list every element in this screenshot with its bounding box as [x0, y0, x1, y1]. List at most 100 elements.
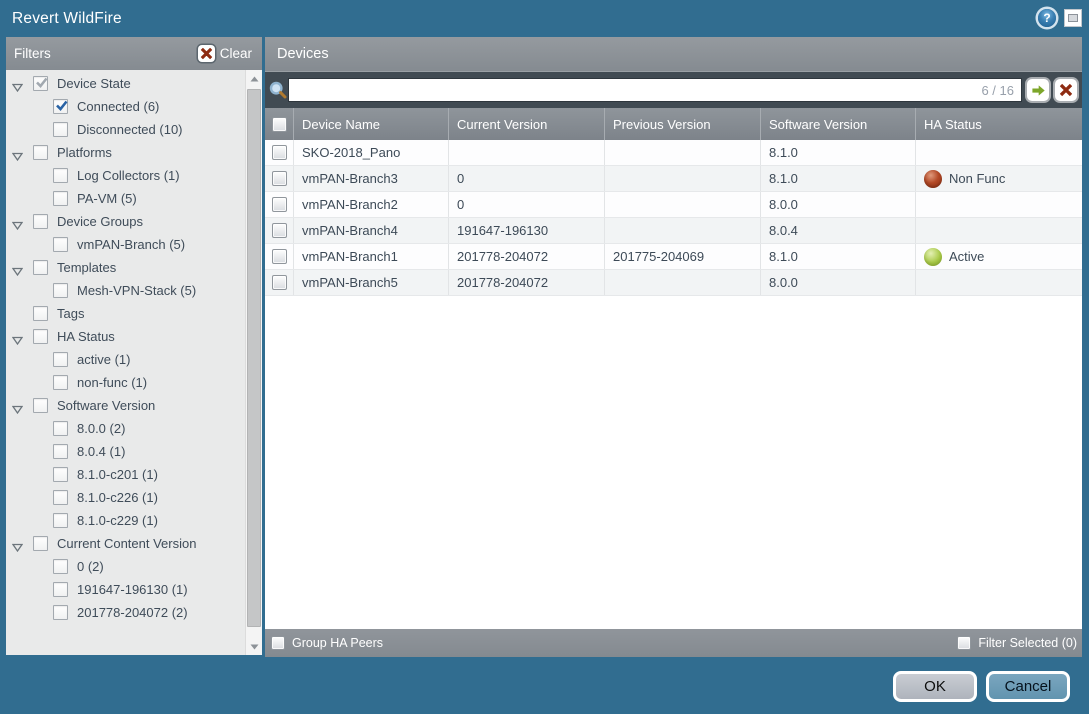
filter-checkbox[interactable]: [33, 306, 48, 321]
table-row[interactable]: vmPAN-Branch3 0 8.1.0 Non Func: [265, 166, 1082, 192]
table-row[interactable]: vmPAN-Branch2 0 8.0.0: [265, 192, 1082, 218]
expand-triangle-icon[interactable]: [12, 332, 23, 341]
filter-tree-item[interactable]: non-func (1): [6, 371, 262, 394]
filter-label[interactable]: Device Groups: [57, 214, 143, 229]
clear-search-x-icon[interactable]: [1055, 79, 1077, 101]
column-device-name[interactable]: Device Name: [293, 108, 448, 140]
filter-checkbox[interactable]: [33, 214, 48, 229]
scroll-down-icon[interactable]: [246, 638, 262, 655]
column-software-version[interactable]: Software Version: [760, 108, 915, 140]
row-checkbox[interactable]: [272, 223, 287, 238]
filter-checkbox[interactable]: [53, 191, 68, 206]
filter-label[interactable]: 8.1.0-c201 (1): [77, 467, 158, 482]
filter-checkbox[interactable]: [53, 467, 68, 482]
filter-tree-item[interactable]: Templates: [6, 256, 262, 279]
filter-label[interactable]: Connected (6): [77, 99, 159, 114]
table-row[interactable]: vmPAN-Branch1 201778-204072 201775-20406…: [265, 244, 1082, 270]
filter-tree-item[interactable]: 8.0.4 (1): [6, 440, 262, 463]
filter-label[interactable]: 8.1.0-c226 (1): [77, 490, 158, 505]
filter-tree-item[interactable]: Platforms: [6, 141, 262, 164]
expand-triangle-icon[interactable]: [12, 79, 23, 88]
filter-label[interactable]: Current Content Version: [57, 536, 196, 551]
expand-triangle-icon[interactable]: [12, 217, 23, 226]
filter-checkbox[interactable]: [53, 559, 68, 574]
filter-checkbox[interactable]: [53, 168, 68, 183]
filter-selected-checkbox[interactable]: [957, 636, 971, 650]
filter-label[interactable]: HA Status: [57, 329, 115, 344]
expand-triangle-icon[interactable]: [12, 263, 23, 272]
filter-checkbox[interactable]: [53, 605, 68, 620]
table-row[interactable]: SKO-2018_Pano 8.1.0: [265, 140, 1082, 166]
filter-tree-item[interactable]: 191647-196130 (1): [6, 578, 262, 601]
column-ha-status[interactable]: HA Status: [915, 108, 1082, 140]
filter-label[interactable]: Disconnected (10): [77, 122, 183, 137]
filter-label[interactable]: 201778-204072 (2): [77, 605, 188, 620]
cancel-button[interactable]: Cancel: [986, 671, 1070, 702]
table-row[interactable]: vmPAN-Branch4 191647-196130 8.0.4: [265, 218, 1082, 244]
filter-label[interactable]: Templates: [57, 260, 116, 275]
filter-label[interactable]: 8.1.0-c229 (1): [77, 513, 158, 528]
filter-checkbox[interactable]: [53, 375, 68, 390]
filter-checkbox[interactable]: [53, 99, 68, 114]
help-icon[interactable]: ?: [1038, 9, 1056, 27]
filter-tree-item[interactable]: Software Version: [6, 394, 262, 417]
filter-checkbox[interactable]: [33, 398, 48, 413]
filter-tree-item[interactable]: HA Status: [6, 325, 262, 348]
filter-label[interactable]: Tags: [57, 306, 84, 321]
expand-triangle-icon[interactable]: [12, 539, 23, 548]
filter-checkbox[interactable]: [33, 145, 48, 160]
filter-label[interactable]: active (1): [77, 352, 130, 367]
filter-checkbox[interactable]: [53, 513, 68, 528]
filter-label[interactable]: vmPAN-Branch (5): [77, 237, 185, 252]
clear-x-icon[interactable]: [198, 45, 215, 62]
ok-button[interactable]: OK: [893, 671, 977, 702]
filter-label[interactable]: Device State: [57, 76, 131, 91]
row-checkbox[interactable]: [272, 249, 287, 264]
filter-tree-item[interactable]: Tags: [6, 302, 262, 325]
filter-tree-item[interactable]: Current Content Version: [6, 532, 262, 555]
clear-filters-button[interactable]: Clear: [198, 45, 252, 62]
group-ha-peers-checkbox[interactable]: [271, 636, 285, 650]
filter-tree-item[interactable]: active (1): [6, 348, 262, 371]
filter-checkbox[interactable]: [33, 536, 48, 551]
column-current-version[interactable]: Current Version: [448, 108, 604, 140]
filter-label[interactable]: Platforms: [57, 145, 112, 160]
filter-checkbox[interactable]: [33, 329, 48, 344]
expand-triangle-icon[interactable]: [12, 309, 23, 318]
filter-tree-item[interactable]: Disconnected (10): [6, 118, 262, 141]
filter-label[interactable]: 8.0.4 (1): [77, 444, 125, 459]
filter-checkbox[interactable]: [53, 582, 68, 597]
filter-tree-item[interactable]: Log Collectors (1): [6, 164, 262, 187]
filter-label[interactable]: 8.0.0 (2): [77, 421, 125, 436]
scrollbar-thumb[interactable]: [247, 89, 261, 627]
filter-tree-item[interactable]: 8.1.0-c226 (1): [6, 486, 262, 509]
table-row[interactable]: vmPAN-Branch5 201778-204072 8.0.0: [265, 270, 1082, 296]
filter-tree-item[interactable]: 8.1.0-c201 (1): [6, 463, 262, 486]
filter-checkbox[interactable]: [53, 237, 68, 252]
filter-tree-item[interactable]: 8.0.0 (2): [6, 417, 262, 440]
apply-filter-arrow-icon[interactable]: [1027, 79, 1049, 101]
row-checkbox[interactable]: [272, 275, 287, 290]
search-input[interactable]: [288, 78, 1022, 102]
filter-tree-item[interactable]: PA-VM (5): [6, 187, 262, 210]
filter-label[interactable]: PA-VM (5): [77, 191, 137, 206]
filter-checkbox[interactable]: [53, 490, 68, 505]
filter-checkbox[interactable]: [33, 76, 48, 91]
filter-label[interactable]: Mesh-VPN-Stack (5): [77, 283, 196, 298]
filter-checkbox[interactable]: [53, 444, 68, 459]
filter-tree-item[interactable]: Device Groups: [6, 210, 262, 233]
filter-checkbox[interactable]: [53, 122, 68, 137]
clear-label[interactable]: Clear: [220, 46, 252, 61]
filter-tree-item[interactable]: Connected (6): [6, 95, 262, 118]
column-previous-version[interactable]: Previous Version: [604, 108, 760, 140]
filter-tree-item[interactable]: Mesh-VPN-Stack (5): [6, 279, 262, 302]
filter-checkbox[interactable]: [53, 352, 68, 367]
filter-tree-item[interactable]: 0 (2): [6, 555, 262, 578]
filter-label[interactable]: 0 (2): [77, 559, 104, 574]
row-checkbox[interactable]: [272, 171, 287, 186]
expand-triangle-icon[interactable]: [12, 401, 23, 410]
filter-checkbox[interactable]: [53, 421, 68, 436]
filter-checkbox[interactable]: [53, 283, 68, 298]
filter-label[interactable]: Log Collectors (1): [77, 168, 180, 183]
filter-tree-item[interactable]: vmPAN-Branch (5): [6, 233, 262, 256]
